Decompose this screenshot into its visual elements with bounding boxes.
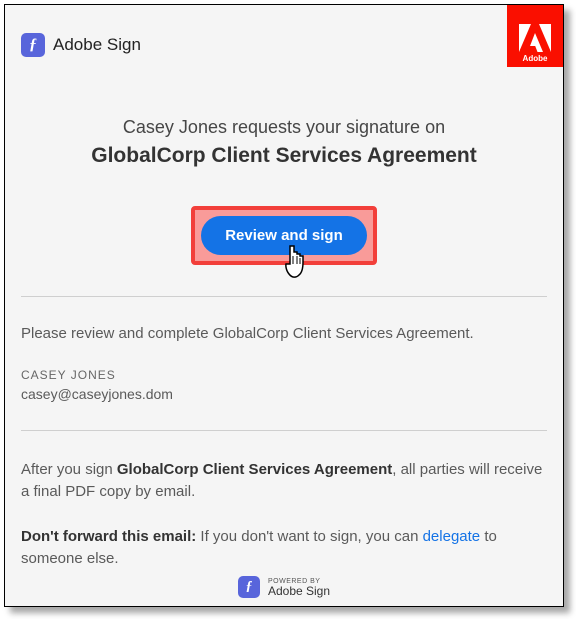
powered-by: ƒ POWERED BY Adobe Sign	[5, 576, 563, 598]
request-line: Casey Jones requests your signature on	[25, 117, 543, 138]
adobe-logo: Adobe	[507, 5, 563, 67]
brand-name: Adobe Sign	[53, 35, 141, 55]
sender-email: casey@caseyjones.dom	[5, 382, 563, 420]
cta-area: Review and sign	[5, 206, 563, 286]
adobe-a-icon	[519, 24, 551, 52]
document-title: GlobalCorp Client Services Agreement	[25, 144, 543, 168]
review-and-sign-button[interactable]: Review and sign	[201, 216, 367, 255]
after-sign-text: After you sign GlobalCorp Client Service…	[5, 441, 563, 504]
powered-text: POWERED BY Adobe Sign	[268, 578, 330, 597]
hero: Casey Jones requests your signature on G…	[5, 71, 563, 186]
after-sign-doc: GlobalCorp Client Services Agreement	[117, 461, 392, 478]
header: ƒ Adobe Sign Adobe	[5, 5, 563, 71]
delegate-link[interactable]: delegate	[423, 528, 481, 545]
adobe-word: Adobe	[523, 54, 548, 63]
dont-forward-block: Don't forward this email: If you don't w…	[5, 504, 563, 571]
powered-bottom: Adobe Sign	[268, 585, 330, 597]
instruction-text: Please review and complete GlobalCorp Cl…	[5, 307, 563, 346]
email-card: ƒ Adobe Sign Adobe Casey Jones requests …	[4, 4, 564, 607]
divider	[21, 296, 547, 297]
dont-forward-before: If you don't want to sign, you can	[196, 528, 422, 545]
sender-name: CASEY JONES	[5, 346, 563, 382]
divider	[21, 430, 547, 431]
after-sign-prefix: After you sign	[21, 461, 117, 478]
brand: ƒ Adobe Sign	[21, 33, 141, 57]
adobe-sign-icon: ƒ	[238, 576, 260, 598]
dont-forward-label: Don't forward this email:	[21, 528, 196, 545]
adobe-sign-icon: ƒ	[21, 33, 45, 57]
highlight-box: Review and sign	[191, 206, 377, 265]
